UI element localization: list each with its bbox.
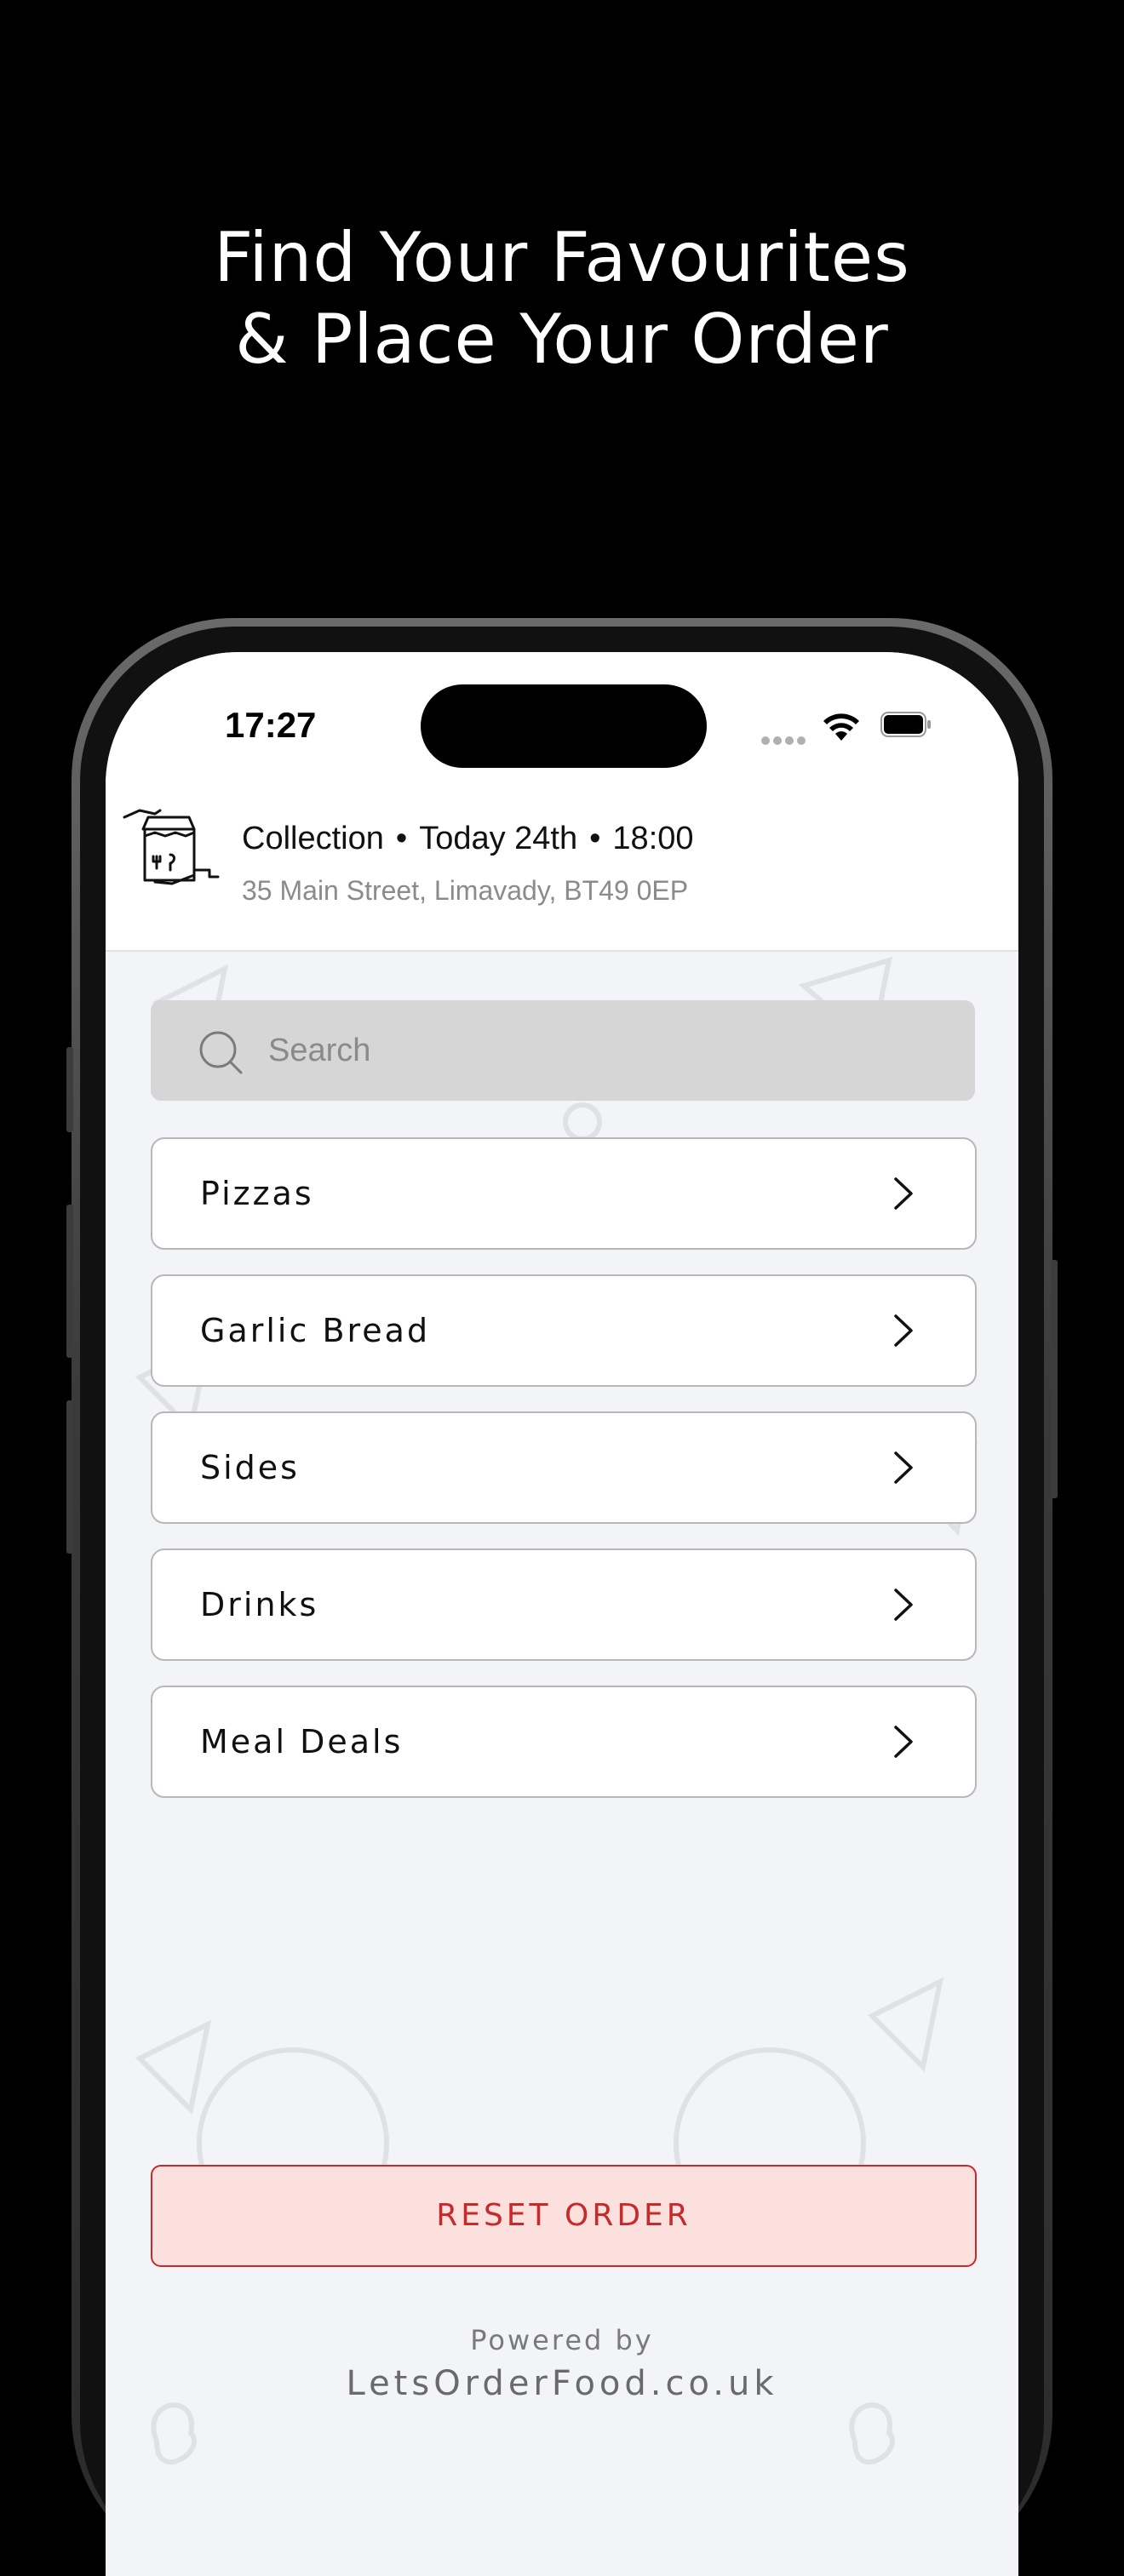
search-box[interactable] bbox=[151, 1000, 975, 1101]
category-label: Sides bbox=[200, 1449, 300, 1486]
order-day: Today 24th bbox=[419, 821, 578, 856]
reset-order-button[interactable]: RESET ORDER bbox=[151, 2165, 977, 2267]
category-label: Pizzas bbox=[200, 1175, 314, 1212]
store-address: 35 Main Street, Limavady, BT49 0EP bbox=[242, 875, 689, 906]
headline-line-2: & Place Your Order bbox=[235, 300, 889, 379]
headline-line-1: Find Your Favourites bbox=[214, 218, 910, 297]
status-bar: 17:27 bbox=[106, 652, 1018, 797]
category-label: Drinks bbox=[200, 1586, 319, 1623]
search-icon bbox=[199, 1031, 243, 1074]
wifi-icon bbox=[823, 713, 859, 741]
chevron-right-icon bbox=[894, 1314, 913, 1347]
phone-action-button bbox=[66, 1047, 73, 1132]
category-label: Garlic Bread bbox=[200, 1312, 431, 1349]
status-time: 17:27 bbox=[225, 705, 317, 745]
chevron-right-icon bbox=[894, 1726, 913, 1758]
menu-content[interactable]: Pizzas Garlic Bread Sides Drinks Meal De… bbox=[106, 952, 1018, 2576]
category-meal-deals[interactable]: Meal Deals bbox=[151, 1686, 977, 1798]
promo-headline: Find Your Favourites & Place Your Order bbox=[0, 217, 1124, 381]
category-sides[interactable]: Sides bbox=[151, 1411, 977, 1524]
battery-icon bbox=[880, 712, 931, 737]
chevron-right-icon bbox=[894, 1589, 913, 1621]
takeaway-bag-icon bbox=[123, 809, 220, 885]
order-mode: Collection bbox=[242, 821, 384, 856]
chevron-right-icon bbox=[894, 1451, 913, 1484]
search-input[interactable] bbox=[268, 1000, 949, 1101]
category-garlic-bread[interactable]: Garlic Bread bbox=[151, 1274, 977, 1387]
phone-screen: 17:27 Collection • Today 24th • 18:00 35… bbox=[106, 652, 1018, 2576]
phone-volume-up-button bbox=[66, 1205, 73, 1358]
category-drinks[interactable]: Drinks bbox=[151, 1548, 977, 1661]
phone-volume-down-button bbox=[66, 1400, 73, 1554]
order-summary: Collection • Today 24th • 18:00 bbox=[242, 821, 694, 857]
dynamic-island bbox=[421, 684, 707, 768]
separator-dot: • bbox=[589, 821, 601, 856]
category-label: Meal Deals bbox=[200, 1723, 404, 1760]
category-pizzas[interactable]: Pizzas bbox=[151, 1137, 977, 1250]
powered-by-brand-link[interactable]: LetsOrderFood.co.uk bbox=[106, 2364, 1018, 2403]
order-time: 18:00 bbox=[612, 821, 694, 856]
separator-dot: • bbox=[395, 821, 408, 856]
cellular-signal-icon bbox=[761, 734, 809, 749]
chevron-right-icon bbox=[894, 1177, 913, 1210]
phone-power-button bbox=[1051, 1260, 1058, 1498]
powered-by-label: Powered by bbox=[470, 2324, 654, 2356]
order-header[interactable]: Collection • Today 24th • 18:00 35 Main Stre… bbox=[106, 797, 1018, 952]
